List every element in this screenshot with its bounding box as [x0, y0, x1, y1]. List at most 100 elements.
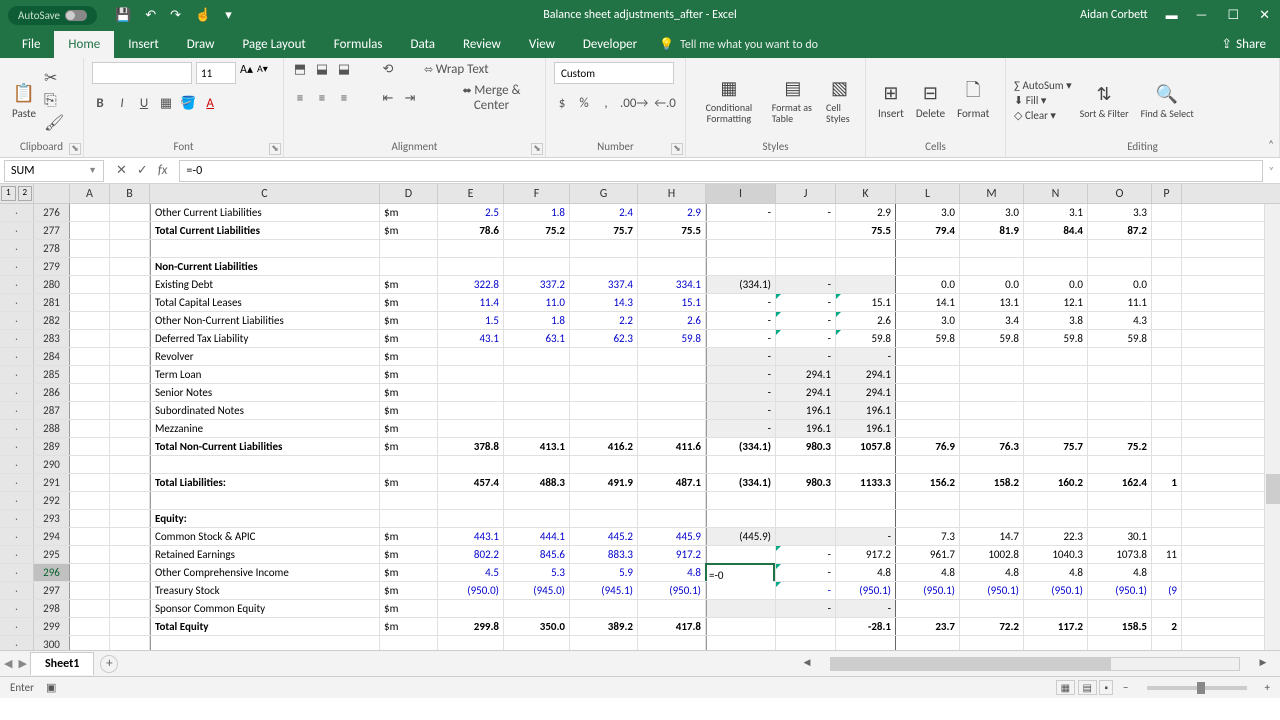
row-header[interactable]: 297 [34, 582, 70, 599]
row-header[interactable]: 295 [34, 546, 70, 563]
fx-icon[interactable]: fx [158, 163, 168, 178]
tab-formulas[interactable]: Formulas [320, 31, 397, 58]
close-icon[interactable]: ✕ [1259, 8, 1270, 23]
row-header[interactable]: 285 [34, 366, 70, 383]
comma-icon[interactable]: , [598, 96, 614, 111]
border-button[interactable]: ▦ [158, 96, 174, 111]
formula-bar[interactable]: =-0 [179, 160, 1262, 182]
col-header-J[interactable]: J [776, 184, 836, 203]
row-header[interactable]: 276 [34, 204, 70, 221]
col-header-C[interactable]: C [150, 184, 380, 203]
sheet-next-icon[interactable]: ▶ [18, 657, 26, 670]
format-as-table-button[interactable]: ▤Format as Table [768, 72, 818, 128]
find-select-button[interactable]: 🔍Find & Select [1137, 78, 1198, 123]
undo-icon[interactable]: ↶ [145, 8, 156, 23]
wrap-text-button[interactable]: ⬄ Wrap Text [424, 62, 489, 77]
col-header-H[interactable]: H [638, 184, 706, 203]
horizontal-scrollbar[interactable]: ◀ ▶ [800, 656, 1270, 672]
col-header-B[interactable]: B [110, 184, 150, 203]
tab-view[interactable]: View [515, 31, 569, 58]
collapse-ribbon-icon[interactable]: ˄ [1268, 138, 1274, 151]
col-header-P[interactable]: P [1152, 184, 1182, 203]
row-header[interactable]: 286 [34, 384, 70, 401]
row-header[interactable]: 284 [34, 348, 70, 365]
number-format-select[interactable] [554, 62, 674, 84]
align-middle-icon[interactable]: ⬓ [314, 62, 330, 77]
row-header[interactable]: 293 [34, 510, 70, 527]
row-header[interactable]: 288 [34, 420, 70, 437]
vertical-scrollbar[interactable] [1264, 204, 1280, 650]
paste-button[interactable]: 📋Paste [8, 77, 40, 124]
row-header[interactable]: 280 [34, 276, 70, 293]
row-header[interactable]: 278 [34, 240, 70, 257]
decrease-indent-icon[interactable]: ⇤ [380, 91, 396, 106]
zoom-out-icon[interactable]: − [1123, 681, 1128, 694]
align-top-icon[interactable]: ⬒ [292, 62, 308, 77]
percent-icon[interactable]: % [576, 96, 592, 111]
number-launcher-icon[interactable]: ⬊ [671, 143, 683, 155]
user-name[interactable]: Aidan Corbett [1080, 8, 1148, 22]
spreadsheet-grid[interactable]: 12 ABCDEFGHIJKLMNOP ·276Other Current Li… [0, 184, 1280, 650]
redo-icon[interactable]: ↷ [170, 8, 181, 23]
zoom-slider[interactable] [1147, 686, 1247, 690]
italic-button[interactable]: I [114, 96, 130, 111]
row-header[interactable]: 294 [34, 528, 70, 545]
row-header[interactable]: 296 [34, 564, 70, 581]
align-left-icon[interactable]: ≡ [292, 91, 308, 106]
col-header-A[interactable]: A [70, 184, 110, 203]
maximize-icon[interactable]: ☐ [1227, 8, 1239, 23]
row-header[interactable]: 281 [34, 294, 70, 311]
clipboard-launcher-icon[interactable]: ⬊ [69, 143, 81, 155]
scroll-right-icon[interactable]: ▶ [1256, 657, 1270, 671]
tab-review[interactable]: Review [449, 31, 515, 58]
view-buttons[interactable]: ▦ ▤ ▪ [1056, 681, 1113, 694]
copy-icon[interactable]: ⎘ [44, 91, 64, 110]
row-header[interactable]: 290 [34, 456, 70, 473]
align-right-icon[interactable]: ≡ [336, 91, 352, 106]
underline-button[interactable]: U [136, 96, 152, 111]
increase-decimal-icon[interactable]: .00→ [620, 96, 648, 111]
tab-data[interactable]: Data [397, 31, 450, 58]
row-header[interactable]: 291 [34, 474, 70, 491]
alignment-launcher-icon[interactable]: ⬊ [531, 143, 543, 155]
font-color-button[interactable]: A [202, 96, 218, 111]
row-header[interactable]: 283 [34, 330, 70, 347]
tab-page-layout[interactable]: Page Layout [228, 31, 319, 58]
sheet-prev-icon[interactable]: ◀ [4, 657, 12, 670]
sort-filter-button[interactable]: ⇅Sort & Filter [1076, 78, 1133, 123]
row-header[interactable]: 292 [34, 492, 70, 509]
format-cells-button[interactable]: 🗋Format [953, 77, 993, 124]
macro-record-icon[interactable]: ▣ [46, 681, 56, 694]
scroll-left-icon[interactable]: ◀ [800, 657, 814, 671]
font-size-input[interactable] [196, 62, 236, 84]
align-bottom-icon[interactable]: ⬓ [336, 62, 352, 77]
col-header-M[interactable]: M [960, 184, 1024, 203]
add-sheet-button[interactable]: + [100, 655, 118, 673]
row-header[interactable]: 282 [34, 312, 70, 329]
format-painter-icon[interactable]: 🖌 [44, 113, 64, 133]
share-button[interactable]: ⇪Share [1207, 31, 1280, 58]
tab-file[interactable]: File [8, 31, 54, 58]
autosum-button[interactable]: ∑ AutoSum ▾ [1014, 79, 1072, 92]
shrink-font-icon[interactable]: A▾ [257, 62, 268, 84]
save-icon[interactable]: 💾 [115, 8, 131, 23]
name-box[interactable]: SUM▼ [4, 160, 104, 182]
currency-icon[interactable]: $ [554, 96, 570, 111]
sheet-tab-1[interactable]: Sheet1 [30, 652, 94, 675]
row-header[interactable]: 279 [34, 258, 70, 275]
tab-insert[interactable]: Insert [114, 31, 173, 58]
row-header[interactable]: 277 [34, 222, 70, 239]
col-header-I[interactable]: I [706, 184, 776, 203]
col-header-G[interactable]: G [570, 184, 638, 203]
minimize-icon[interactable]: — [1196, 8, 1208, 23]
orientation-icon[interactable]: ⟲ [380, 62, 396, 77]
col-header-L[interactable]: L [896, 184, 960, 203]
cell-styles-button[interactable]: ▧Cell Styles [822, 72, 857, 128]
touch-icon[interactable]: ☝ [195, 8, 211, 23]
cut-icon[interactable]: ✂ [44, 68, 64, 88]
font-name-input[interactable] [92, 62, 192, 84]
col-header-O[interactable]: O [1088, 184, 1152, 203]
cancel-formula-icon[interactable]: ✕ [116, 163, 127, 178]
qat-more-icon[interactable]: ▾ [225, 8, 232, 23]
expand-formula-icon[interactable]: ˅ [1263, 164, 1280, 177]
